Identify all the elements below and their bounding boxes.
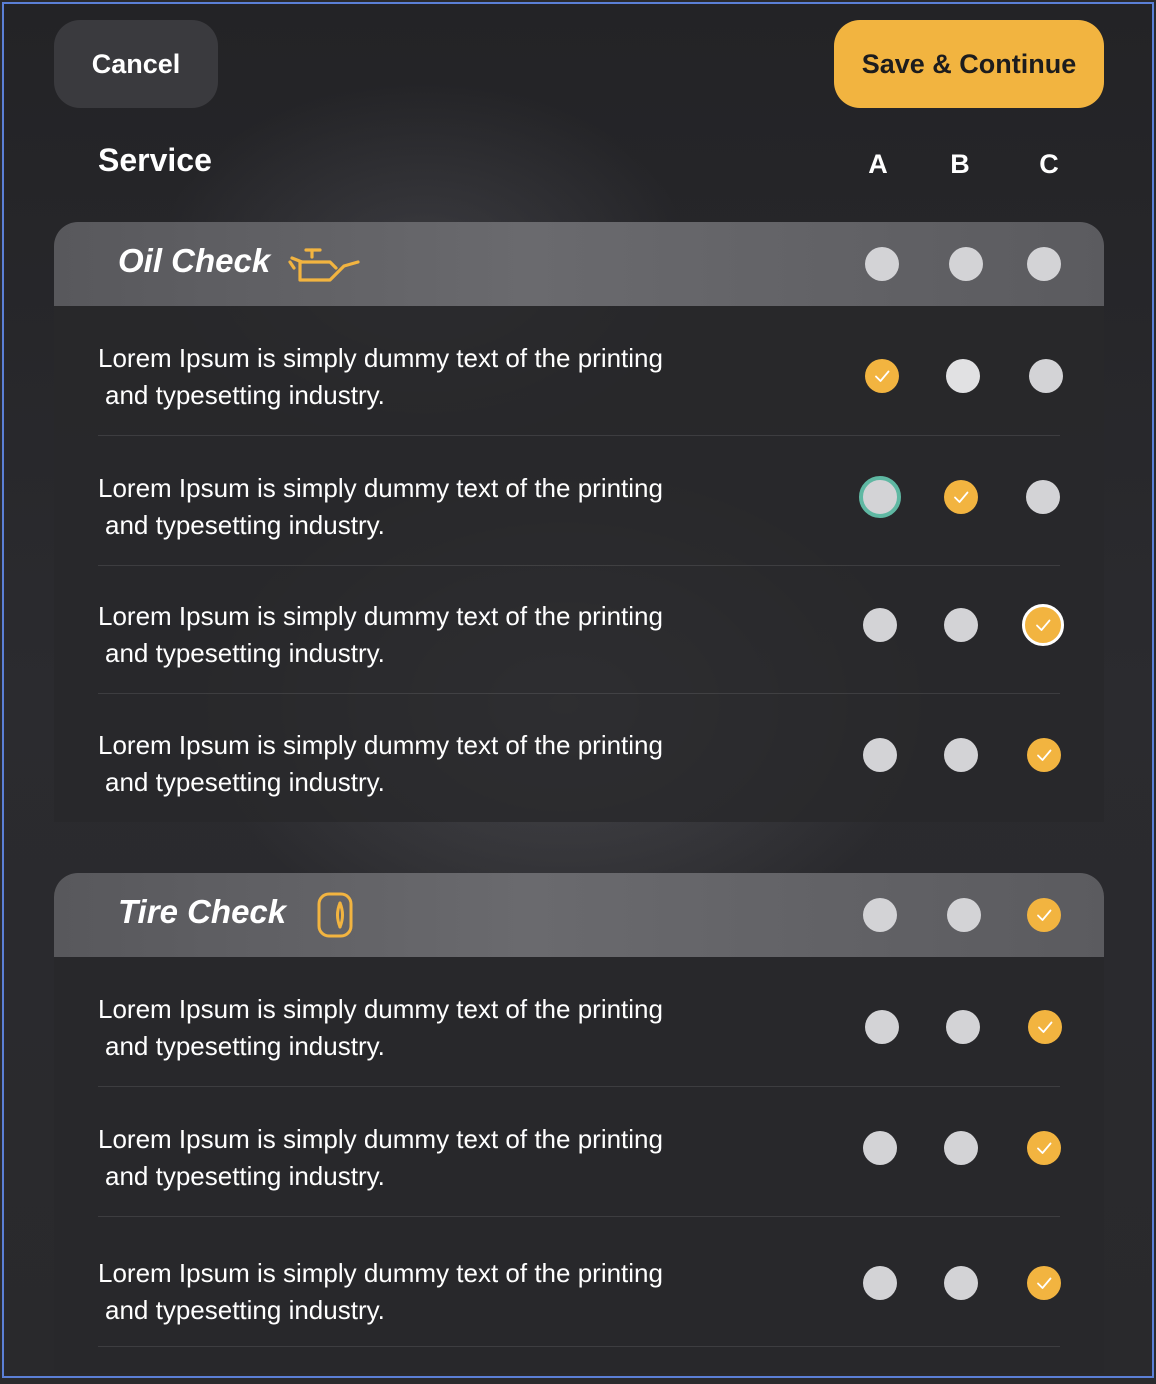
option-c-radio[interactable] (1026, 480, 1060, 514)
option-c-radio[interactable] (1027, 738, 1061, 772)
checklist-row: Lorem Ipsum is simply dummy text of the … (54, 694, 1104, 824)
option-b-radio[interactable] (944, 608, 978, 642)
option-a-radio[interactable] (859, 476, 901, 518)
header-option-b[interactable] (947, 898, 981, 932)
checkmark-icon (1037, 1142, 1052, 1154)
row-description: Lorem Ipsum is simply dummy text of the … (98, 730, 663, 797)
section-title: Tire Check (118, 893, 287, 930)
checklist-row: Lorem Ipsum is simply dummy text of the … (54, 957, 1104, 1087)
header-option-c[interactable] (1027, 247, 1061, 281)
checkmark-icon (1037, 909, 1052, 921)
row-description: Lorem Ipsum is simply dummy text of the … (98, 601, 663, 668)
option-c-radio[interactable] (1029, 359, 1063, 393)
save-continue-button[interactable]: Save & Continue (834, 20, 1104, 108)
row-description: Lorem Ipsum is simply dummy text of the … (98, 473, 663, 540)
option-a-radio[interactable] (863, 738, 897, 772)
header-option-c[interactable] (1027, 898, 1061, 932)
row-description: Lorem Ipsum is simply dummy text of the … (98, 343, 663, 410)
option-b-radio[interactable] (944, 738, 978, 772)
option-b-radio[interactable] (944, 1266, 978, 1300)
checkmark-icon (1037, 1277, 1052, 1289)
checklist-screen: Cancel Save & Continue Service A B C Oil… (2, 2, 1154, 1378)
checkmark-icon (875, 370, 890, 382)
option-a-radio[interactable] (863, 608, 897, 642)
cancel-button[interactable]: Cancel (54, 20, 218, 108)
option-c-radio[interactable] (1028, 1010, 1062, 1044)
checklist-row: Lorem Ipsum is simply dummy text of the … (54, 1217, 1104, 1347)
header-option-b[interactable] (949, 247, 983, 281)
section-oil-check: Oil Check Lorem Ipsum is simply dummy te… (54, 222, 1104, 822)
section-tire-check: Tire Check Lorem Ipsum is simply dummy t… (54, 873, 1104, 1373)
checkmark-icon (954, 491, 969, 503)
row-divider (98, 1346, 1060, 1347)
option-a-radio[interactable] (863, 1266, 897, 1300)
column-header-c: C (1039, 149, 1059, 179)
row-description: Lorem Ipsum is simply dummy text of the … (98, 1124, 663, 1191)
oil-can-icon (286, 244, 360, 291)
column-header-a: A (868, 149, 888, 179)
checkmark-icon (1038, 1021, 1053, 1033)
option-a-radio[interactable] (865, 1010, 899, 1044)
row-description: Lorem Ipsum is simply dummy text of the … (98, 994, 663, 1061)
option-b-radio[interactable] (946, 1010, 980, 1044)
checkmark-icon (1036, 619, 1051, 631)
option-c-radio[interactable] (1027, 1266, 1061, 1300)
option-b-radio[interactable] (946, 359, 980, 393)
option-c-radio[interactable] (1027, 1131, 1061, 1165)
checklist-row: Lorem Ipsum is simply dummy text of the … (54, 566, 1104, 694)
option-a-radio[interactable] (863, 1131, 897, 1165)
tire-icon (316, 891, 354, 944)
section-header: Oil Check (54, 222, 1104, 306)
row-description: Lorem Ipsum is simply dummy text of the … (98, 1258, 663, 1325)
column-header-b: B (950, 149, 970, 179)
checklist-row: Lorem Ipsum is simply dummy text of the … (54, 306, 1104, 436)
header-option-a[interactable] (863, 898, 897, 932)
service-title: Service (98, 142, 212, 178)
option-b-radio[interactable] (944, 480, 978, 514)
checklist-row: Lorem Ipsum is simply dummy text of the … (54, 1087, 1104, 1217)
option-c-radio[interactable] (1022, 604, 1064, 646)
checkmark-icon (1037, 749, 1052, 761)
section-header: Tire Check (54, 873, 1104, 957)
section-title: Oil Check (118, 242, 271, 279)
checklist-row: Lorem Ipsum is simply dummy text of the … (54, 436, 1104, 566)
header-option-a[interactable] (865, 247, 899, 281)
option-b-radio[interactable] (944, 1131, 978, 1165)
option-a-radio[interactable] (865, 359, 899, 393)
